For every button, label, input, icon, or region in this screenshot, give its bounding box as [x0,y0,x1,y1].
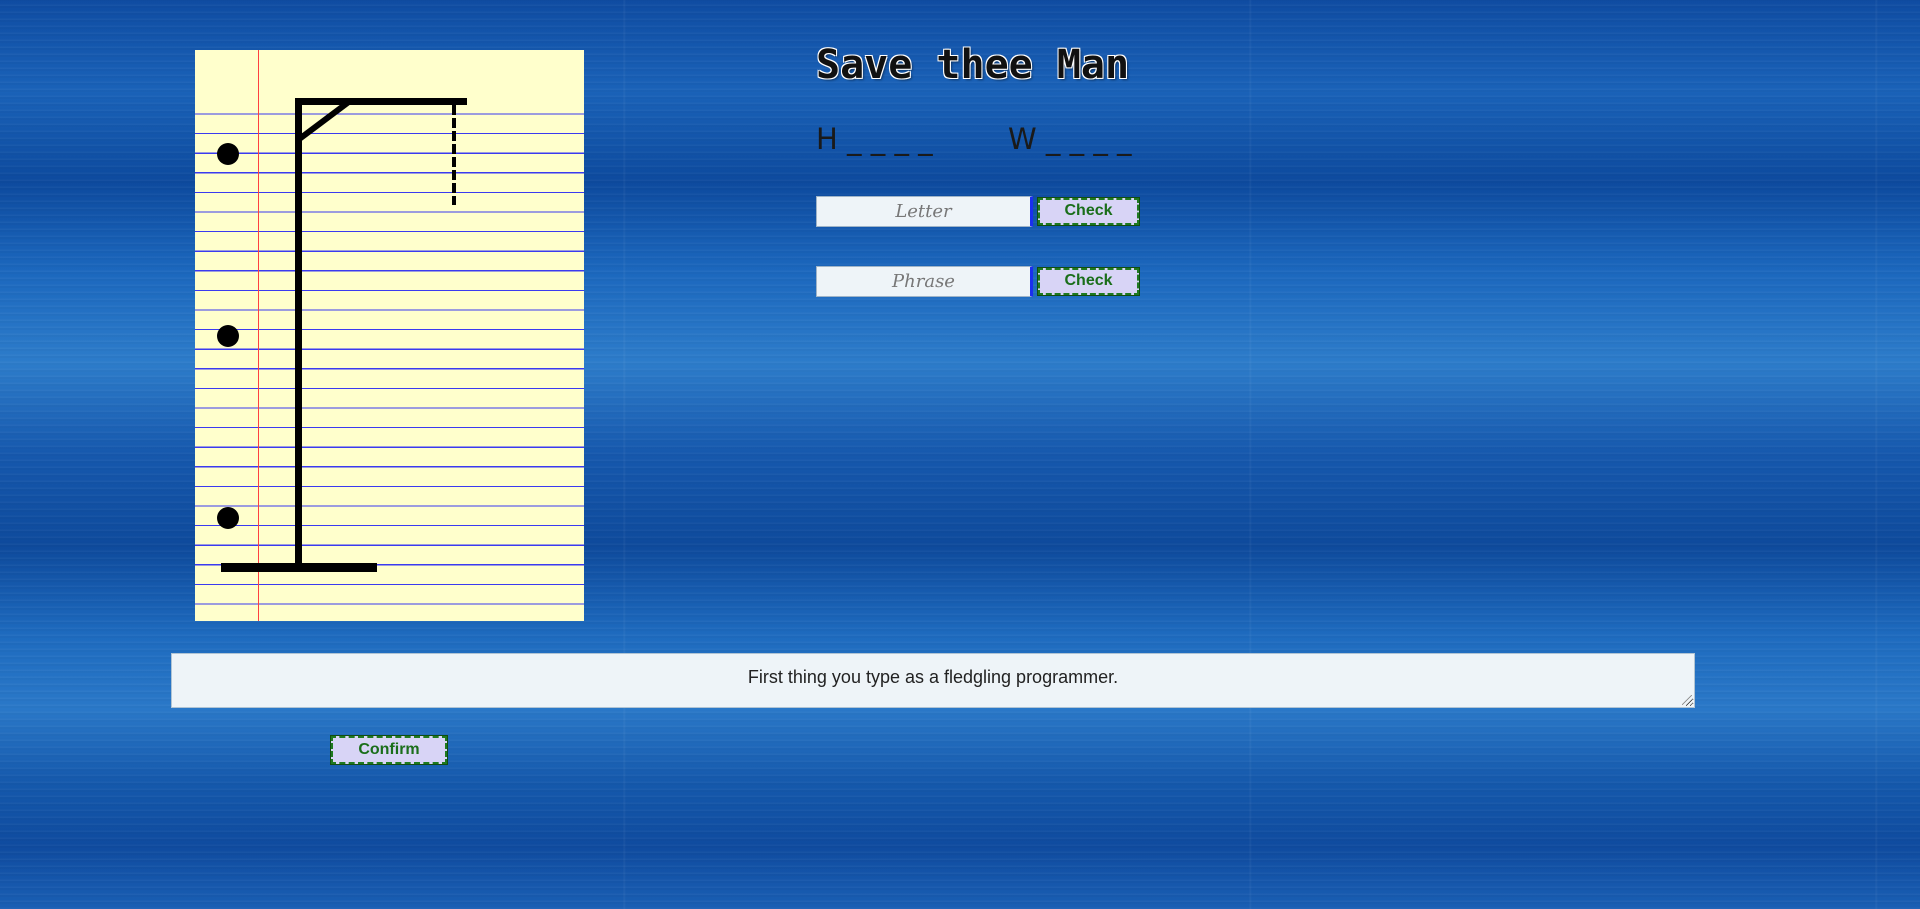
confirm-button[interactable]: Confirm [330,735,448,765]
letter-guess-row: Check [816,195,1140,227]
gallows-drawing [221,98,467,572]
letter-input[interactable] [816,195,1033,227]
gallows-beam [295,98,467,105]
hint-text: First thing you type as a fledgling prog… [747,667,1119,687]
game-title: Save thee Man [816,42,1130,88]
gallows-brace [296,98,352,143]
check-letter-button[interactable]: Check [1037,196,1140,226]
hidden-word: W _ _ _ _ [1008,122,1132,156]
hint-textarea[interactable]: First thing you type as a fledgling prog… [171,653,1695,708]
hidden-word: H _ _ _ _ [816,122,933,156]
gallows-post [295,98,302,567]
check-phrase-button[interactable]: Check [1037,266,1140,296]
phrase-guess-row: Check [816,265,1140,297]
hangman-drawing-paper [195,50,584,621]
resize-grip-icon[interactable] [1682,695,1692,705]
phrase-input[interactable] [816,265,1033,297]
